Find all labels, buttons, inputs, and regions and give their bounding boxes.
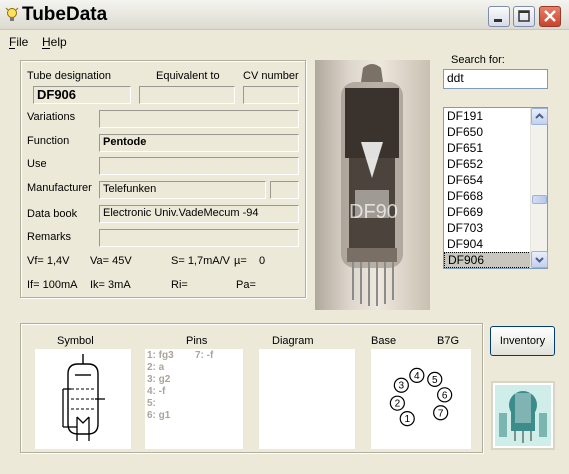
base-pin-label: 5 [432,375,438,386]
remarks-field[interactable] [99,229,299,247]
remarks-label: Remarks [27,231,72,243]
base-type-label: B7G [437,335,460,347]
pin-entry: 7: -f [195,350,214,361]
base-pin: 2 [389,395,405,411]
variations-label: Variations [27,111,76,123]
function-label: Function [27,135,70,147]
manufacturer-extra-field[interactable] [270,181,299,199]
use-label: Use [27,158,47,170]
logo-tube-icon [495,385,551,446]
base-box: 12 34 56 7 [371,349,471,449]
chevron-up-icon [535,113,544,119]
pins-box: 1: fg3 2: a 3: g2 4: -f 5: 6: g1 7: -f [145,349,243,449]
chevron-down-icon [535,257,544,263]
file-mnemonic [9,48,15,49]
tube-list[interactable]: DF191 DF650 DF651 DF652 DF654 DF668 DF669 DF703… [443,107,548,269]
lightbulb-icon [5,7,19,21]
base-pin-label: 4 [414,371,420,382]
minimize-icon [494,19,502,22]
base-pin: 7 [433,405,449,421]
base-pin-label: 7 [438,408,444,419]
tube-designation-label: Tube designation [27,70,111,82]
scroll-down-button[interactable] [531,251,548,268]
diagram-label: Diagram [272,335,314,347]
base-pin: 3 [393,377,409,393]
help-mnemonic [42,48,50,49]
pin-entry: 1: fg3 [147,350,174,361]
base-pinout-diagram: 12 34 56 7 [385,363,457,435]
pin-entry: 3: g2 [147,374,171,385]
scroll-up-button[interactable] [531,108,548,125]
param-s: S= 1,7mA/V [171,255,231,267]
base-pin: 5 [427,371,443,387]
manufacturer-field[interactable]: Telefunken [99,181,266,199]
pin-entry: 2: a [147,362,165,373]
equivalent-to-field[interactable] [139,86,235,104]
base-pin: 6 [437,387,453,403]
symbol-label: Symbol [57,335,94,347]
symbol-box [35,349,131,449]
window-title: TubeData [22,4,108,25]
tube-photo: DF90 [315,60,430,310]
close-button[interactable] [539,6,561,27]
base-pin: 1 [399,411,415,427]
svg-text:DF90: DF90 [349,201,398,223]
manufacturer-label: Manufacturer [27,182,92,194]
pins-right-column: 7: -f [195,350,213,362]
param-pa: Pa= [236,279,256,291]
pin-entry: 6: g1 [147,410,171,421]
param-mu: µ= [234,255,247,267]
close-icon [544,10,556,22]
param-ri: Ri= [171,279,188,291]
base-pin: 4 [409,367,425,383]
tube-designation-field[interactable]: DF906 [33,86,131,104]
equivalent-to-label: Equivalent to [156,70,220,82]
param-ik: Ik= 3mA [90,279,131,291]
data-book-label: Data book [27,208,78,220]
base-label: Base [371,335,397,347]
pentode-symbol-icon [62,354,105,441]
menu-bar: File Help [0,32,569,52]
diagram-box [259,349,355,449]
menu-help[interactable]: Help [42,35,67,49]
param-vf: Vf= 1,4V [27,255,70,267]
base-pin-label: 1 [404,414,410,425]
maximize-icon [518,10,530,22]
param-if: If= 100mA [27,279,78,291]
inventory-button[interactable]: Inventory [490,326,555,356]
data-book-field[interactable]: Electronic Univ.VadeMecum -94 [99,205,299,223]
variations-field[interactable] [99,110,299,128]
pin-entry: 5: [147,398,156,409]
tubedata-logo [491,381,555,450]
base-pin-label: 6 [442,390,448,401]
param-va: Va= 45V [90,255,132,267]
list-scrollbar[interactable] [530,108,548,268]
cv-number-field[interactable] [243,86,299,104]
vacuum-tube-image: DF90 [341,64,403,306]
menu-file[interactable]: File [9,35,28,49]
param-mu-value: 0 [259,255,266,267]
use-field[interactable] [99,157,299,175]
function-field[interactable]: Pentode [99,134,299,152]
title-bar[interactable]: TubeData [0,0,569,30]
pin-entry: 4: -f [147,386,166,397]
pins-left-column: 1: fg3 2: a 3: g2 4: -f 5: 6: g1 [147,350,174,422]
base-pin-label: 3 [399,381,405,392]
base-pin-label: 2 [395,399,401,410]
minimize-button[interactable] [488,6,510,27]
scroll-thumb[interactable] [532,195,547,204]
cv-number-label: CV number [243,70,299,82]
pins-label: Pins [186,335,208,347]
search-input[interactable]: ddt [443,69,548,89]
maximize-button[interactable] [513,6,535,27]
search-label: Search for: [451,54,505,66]
